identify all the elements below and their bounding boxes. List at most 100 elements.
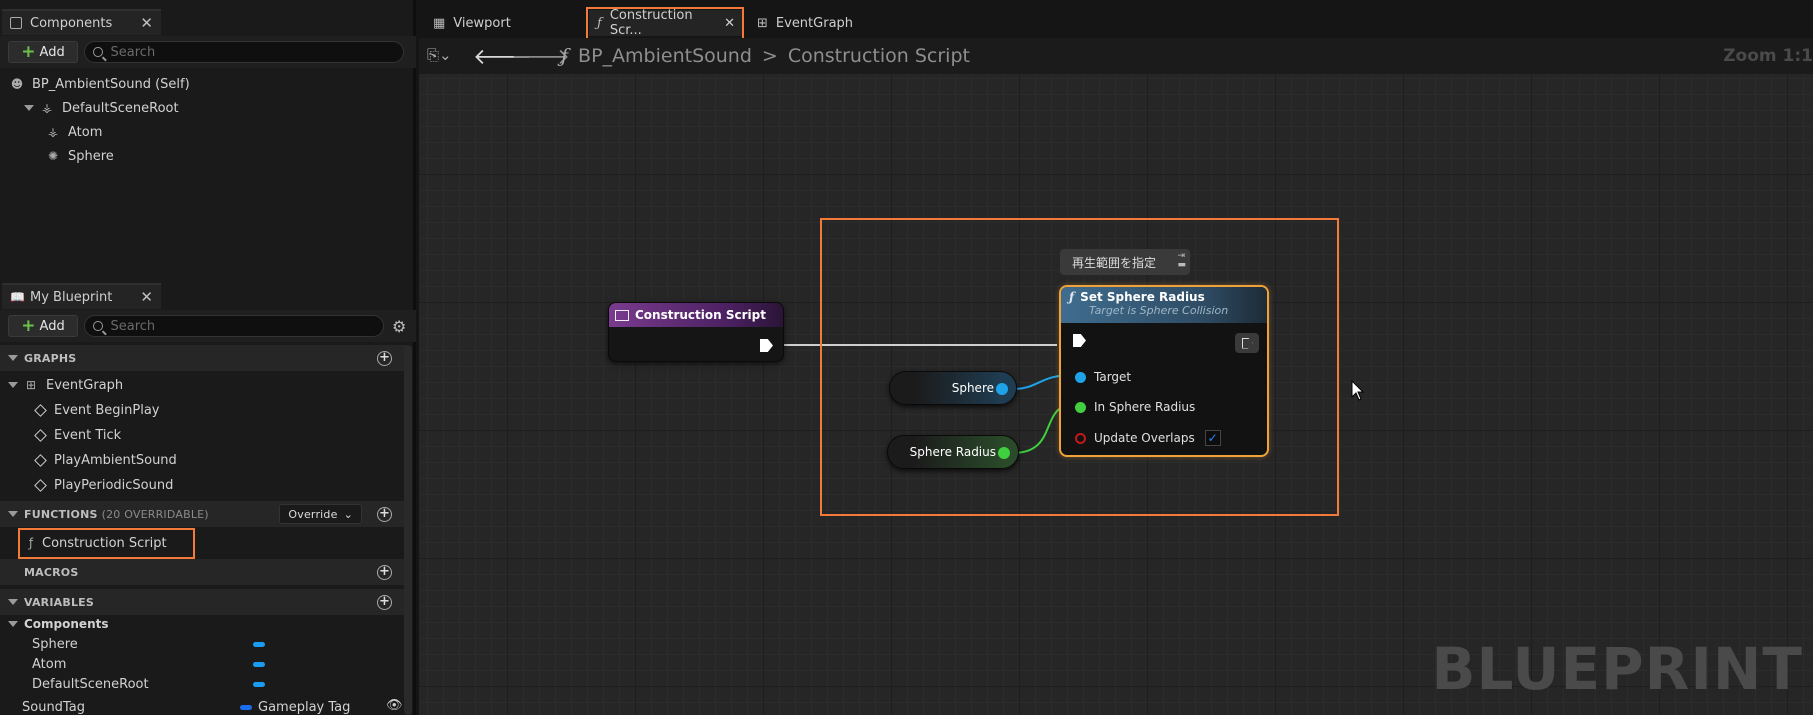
node-header: ƒ Set Sphere Radius Target is Sphere Col… bbox=[1061, 287, 1267, 323]
my-blueprint-toolbar: + Add ⚙ bbox=[0, 310, 416, 342]
object-type-pill bbox=[253, 682, 265, 687]
exec-out-pin[interactable] bbox=[1235, 333, 1259, 353]
radius-pin[interactable]: In Sphere Radius bbox=[1075, 400, 1195, 414]
function-icon: ƒ bbox=[561, 45, 569, 67]
pin-label: In Sphere Radius bbox=[1094, 400, 1196, 414]
tab-label: EventGraph bbox=[775, 15, 854, 31]
tree-item-sphere[interactable]: ✺ Sphere bbox=[46, 145, 114, 167]
graph-canvas[interactable]: Construction Script 再生範囲を指定 ⇥ ▬ ƒ Set Sph… bbox=[419, 74, 1813, 715]
sphere-radius-getter-node[interactable]: Sphere Radius bbox=[887, 435, 1019, 469]
comment-bubble[interactable]: 再生範囲を指定 ⇥ ▬ bbox=[1060, 249, 1190, 275]
variables-components-group[interactable]: Components bbox=[8, 613, 109, 635]
tree-item-atom[interactable]: ⚶ Atom bbox=[46, 121, 103, 143]
collapse-icon[interactable] bbox=[8, 621, 18, 627]
graphs-section-header[interactable]: GRAPHS + bbox=[0, 345, 406, 371]
tree-item-label: BP_AmbientSound (Self) bbox=[32, 76, 190, 92]
float-pin-icon[interactable] bbox=[998, 447, 1010, 459]
node-subtitle: Target is Sphere Collision bbox=[1089, 304, 1229, 317]
components-tab[interactable]: Components ✕ bbox=[2, 9, 161, 35]
gameplay-tag-pill bbox=[240, 705, 252, 710]
exec-out-pin[interactable] bbox=[760, 339, 773, 352]
add-function-icon[interactable]: + bbox=[377, 506, 392, 522]
event-icon bbox=[34, 478, 47, 492]
override-label: Override bbox=[288, 507, 338, 521]
add-component-button[interactable]: + Add bbox=[8, 41, 78, 63]
tree-item-defaultsceneroot[interactable]: ⚶ DefaultSceneRoot bbox=[24, 97, 179, 119]
my-blueprint-tab[interactable]: 📖 My Blueprint ✕ bbox=[2, 283, 161, 309]
variable-item-sphere[interactable]: Sphere bbox=[32, 633, 78, 655]
my-blueprint-search-input[interactable] bbox=[110, 318, 375, 334]
eye-icon[interactable]: 👁 bbox=[386, 698, 403, 713]
components-tab-label: Components bbox=[30, 15, 113, 31]
graph-item-label: PlayAmbientSound bbox=[54, 452, 177, 468]
group-label: Components bbox=[24, 617, 109, 631]
override-dropdown[interactable]: Override ⌄ bbox=[279, 504, 362, 524]
update-overlaps-checkbox[interactable]: ✓ bbox=[1204, 430, 1221, 446]
close-icon[interactable]: ✕ bbox=[140, 14, 153, 32]
sphere-getter-node[interactable]: Sphere bbox=[889, 371, 1017, 405]
graph-item-label: PlayPeriodicSound bbox=[54, 477, 174, 493]
tab-eventgraph[interactable]: ⊞ EventGraph bbox=[749, 10, 861, 36]
node-title: Construction Script bbox=[635, 308, 766, 322]
chevron-down-icon: ⌄ bbox=[343, 507, 353, 521]
close-icon[interactable]: ✕ bbox=[140, 288, 153, 306]
collapse-icon[interactable] bbox=[8, 599, 18, 605]
breadcrumb-root[interactable]: BP_AmbientSound bbox=[578, 45, 752, 67]
collapse-icon[interactable] bbox=[8, 355, 18, 361]
add-variable-icon[interactable]: + bbox=[377, 594, 392, 610]
update-overlaps-pin[interactable]: Update Overlaps ✓ bbox=[1075, 430, 1221, 446]
gear-icon[interactable]: ⚙ bbox=[392, 317, 406, 336]
graph-item-tick[interactable]: Event Tick bbox=[34, 424, 121, 446]
collapse-icon[interactable] bbox=[8, 511, 18, 517]
components-search[interactable] bbox=[84, 41, 404, 63]
variables-section-header[interactable]: VARIABLES + bbox=[0, 589, 406, 615]
expand-icon[interactable] bbox=[8, 382, 18, 388]
expand-icon[interactable] bbox=[24, 105, 34, 111]
graph-item-eventgraph[interactable]: ⊞ EventGraph bbox=[8, 374, 123, 396]
float-pin-icon bbox=[1075, 401, 1086, 413]
components-toolbar: + Add bbox=[0, 36, 416, 68]
set-sphere-radius-node[interactable]: ƒ Set Sphere Radius Target is Sphere Col… bbox=[1059, 285, 1269, 457]
graph-item-playperiodicsound[interactable]: PlayPeriodicSound bbox=[34, 474, 173, 496]
add-graph-icon[interactable]: + bbox=[377, 350, 392, 366]
tree-item-label: Atom bbox=[68, 124, 103, 140]
bookmark-dropdown[interactable]: ⎘⌄ bbox=[427, 46, 452, 64]
tab-viewport[interactable]: ▦ Viewport bbox=[425, 10, 519, 36]
add-macro-icon[interactable]: + bbox=[377, 564, 392, 580]
scrollbar[interactable] bbox=[404, 345, 412, 715]
section-title: FUNCTIONS bbox=[24, 507, 98, 521]
graph-icon: ⊞ bbox=[757, 15, 768, 31]
pin-icon[interactable]: ⇥ ▬ bbox=[1177, 252, 1186, 270]
graph-item-playambientsound[interactable]: PlayAmbientSound bbox=[34, 449, 177, 471]
graph-item-beginplay[interactable]: Event BeginPlay bbox=[34, 399, 160, 421]
variable-label: Sphere bbox=[32, 636, 78, 652]
pin-label: Target bbox=[1094, 370, 1132, 384]
event-icon bbox=[34, 428, 47, 442]
functions-section-header[interactable]: FUNCTIONS (20 OVERRIDABLE) Override ⌄ + bbox=[0, 501, 406, 527]
macros-section-header[interactable]: MACROS + bbox=[0, 559, 406, 585]
node-title: Sphere Radius bbox=[909, 445, 996, 459]
active-tab-highlight bbox=[586, 7, 744, 40]
variable-item-soundtag[interactable]: SoundTag bbox=[22, 696, 85, 715]
object-type-pill bbox=[253, 642, 265, 647]
components-search-input[interactable] bbox=[110, 44, 395, 60]
exec-in-pin[interactable] bbox=[1073, 334, 1086, 347]
add-member-label: Add bbox=[39, 318, 65, 334]
book-icon: 📖 bbox=[10, 290, 25, 304]
graph-item-label: Event BeginPlay bbox=[54, 402, 160, 418]
cursor-icon bbox=[1351, 380, 1365, 401]
variable-item-defaultsceneroot[interactable]: DefaultSceneRoot bbox=[32, 673, 149, 695]
graph-toolbar: ⎘⌄ 🡐 🡒 ƒ BP_AmbientSound > Construction … bbox=[419, 38, 1813, 74]
object-pin-icon[interactable] bbox=[996, 383, 1008, 395]
my-blueprint-search[interactable] bbox=[84, 315, 384, 337]
section-title: VARIABLES bbox=[24, 595, 94, 609]
actor-icon: ☻ bbox=[10, 77, 24, 91]
add-member-button[interactable]: + Add bbox=[8, 315, 78, 337]
tree-item-self[interactable]: ☻ BP_AmbientSound (Self) bbox=[10, 73, 190, 95]
overridable-count: (20 OVERRIDABLE) bbox=[101, 507, 209, 521]
variable-item-atom[interactable]: Atom bbox=[32, 653, 66, 675]
blueprint-watermark: BLUEPRINT bbox=[1431, 635, 1803, 703]
graph-icon: ⊞ bbox=[25, 378, 37, 392]
construction-script-node[interactable]: Construction Script bbox=[608, 302, 784, 362]
target-pin[interactable]: Target bbox=[1075, 370, 1131, 384]
